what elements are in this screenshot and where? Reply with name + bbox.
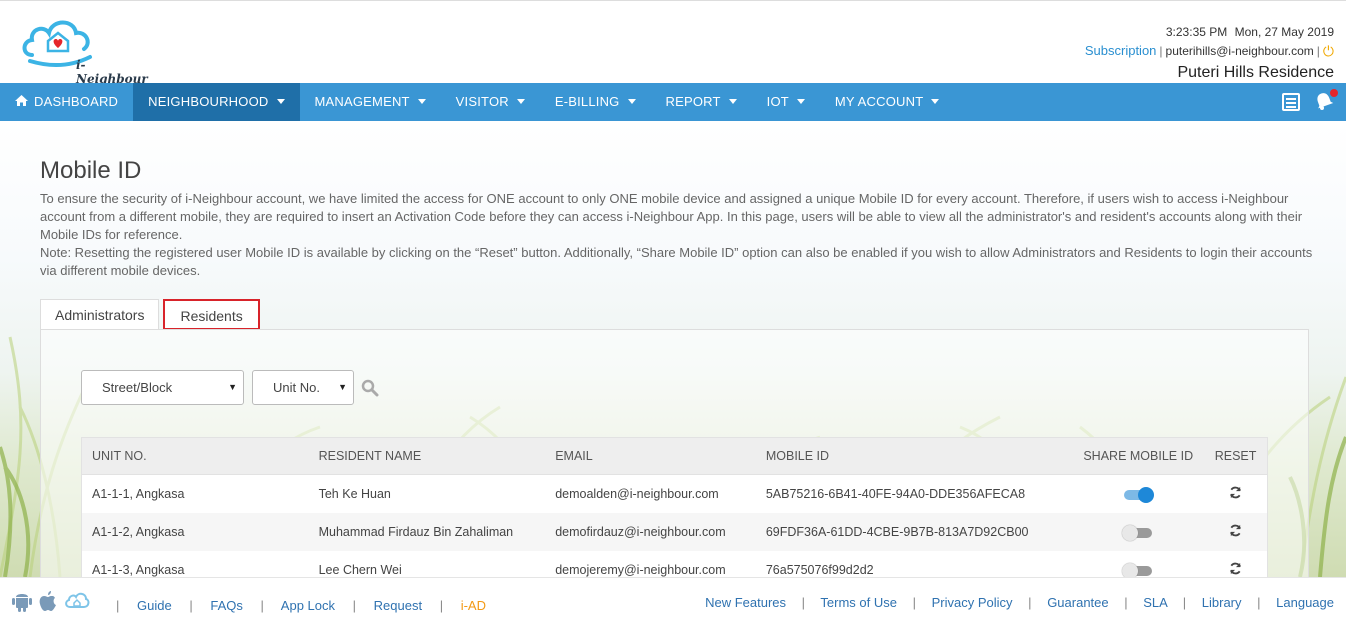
subscription-link[interactable]: Subscription <box>1085 43 1157 58</box>
current-time: 3:23:35 PM <box>1165 25 1228 39</box>
nav-management[interactable]: MANAGEMENT <box>300 83 441 121</box>
footer-link-faqs[interactable]: FAQs <box>210 598 243 613</box>
share-mobile-id-toggle[interactable] <box>1122 524 1153 541</box>
col-mobile-id: MOBILE ID <box>765 449 830 463</box>
search-icon[interactable] <box>361 379 379 402</box>
caret-down-icon <box>796 99 805 104</box>
caret-down-icon <box>516 99 525 104</box>
page-description: To ensure the security of i-Neighbour ac… <box>40 190 1320 280</box>
footer-link-terms[interactable]: Terms of Use <box>820 595 897 610</box>
tab-bar: Administrators Residents <box>40 299 264 330</box>
header: i-Neighbour 3:23:35 PM Mon, 27 May 2019 … <box>0 0 1346 86</box>
residence-name: Puteri Hills Residence <box>1177 64 1334 81</box>
brand-logo[interactable]: i-Neighbour <box>20 11 148 86</box>
power-icon[interactable]: ⏻ <box>1323 43 1334 60</box>
user-email: puterihills@i-neighbour.com <box>1165 44 1314 58</box>
unit-no-select[interactable]: Unit No. ▼ <box>252 370 354 405</box>
nav-tools <box>1282 83 1338 121</box>
caret-down-icon <box>276 99 285 104</box>
cell-name: Lee Chern Wei <box>318 563 402 577</box>
cloud-app-icon[interactable] <box>64 591 90 614</box>
tab-administrators[interactable]: Administrators <box>40 299 160 330</box>
cell-unit: A1-1-2, Angkasa <box>92 525 185 539</box>
cell-mobile-id: 76a575076f99d2d2 <box>765 563 874 577</box>
col-unit-no: UNIT NO. <box>92 449 147 463</box>
dropdown-arrow-icon: ▼ <box>338 382 347 392</box>
residents-table: UNIT NO. RESIDENT NAME EMAIL MOBILE ID S… <box>81 437 1268 589</box>
cell-email: demofirdauz@i-neighbour.com <box>555 525 726 539</box>
description-text: To ensure the security of i-Neighbour ac… <box>40 191 1303 242</box>
footer-left-links: | Guide | FAQs | App Lock | Request | i-… <box>116 598 486 613</box>
footer-link-guide[interactable]: Guide <box>137 598 172 613</box>
table-header: UNIT NO. RESIDENT NAME EMAIL MOBILE ID S… <box>81 437 1268 475</box>
reset-icon[interactable] <box>1229 486 1242 502</box>
footer-link-app-lock[interactable]: App Lock <box>281 598 335 613</box>
footer-link-new-features[interactable]: New Features <box>705 595 786 610</box>
caret-down-icon <box>931 99 940 104</box>
col-share-mobile-id: SHARE MOBILE ID <box>1083 449 1194 463</box>
cell-unit: A1-1-1, Angkasa <box>92 487 185 501</box>
notification-bell[interactable] <box>1314 89 1338 113</box>
android-icon[interactable] <box>12 590 32 615</box>
share-mobile-id-toggle[interactable] <box>1124 486 1155 503</box>
reset-icon[interactable] <box>1229 562 1242 578</box>
logo-text: i-Neighbour <box>76 58 148 86</box>
footer-link-language[interactable]: Language <box>1276 595 1334 610</box>
nav-ebilling[interactable]: E-BILLING <box>540 83 651 121</box>
col-reset: RESET <box>1214 449 1257 463</box>
caret-down-icon <box>627 99 636 104</box>
cell-email: demoalden@i-neighbour.com <box>555 487 719 501</box>
footer-link-library[interactable]: Library <box>1202 595 1242 610</box>
dropdown-arrow-icon: ▼ <box>228 382 237 392</box>
street-block-select[interactable]: Street/Block ▼ <box>81 370 244 405</box>
current-date: Mon, 27 May 2019 <box>1234 25 1334 39</box>
table-row: A1-1-2, Angkasa Muhammad Firdauz Bin Zah… <box>81 513 1268 551</box>
description-note: Note: Resetting the registered user Mobi… <box>40 245 1313 278</box>
apple-icon[interactable] <box>38 590 58 615</box>
cell-mobile-id: 69FDF36A-61DD-4CBE-9B7B-813A7D92CB00 <box>765 525 1029 539</box>
cell-email: demojeremy@i-neighbour.com <box>555 563 726 577</box>
notification-dot <box>1330 89 1338 97</box>
main-nav: DASHBOARD NEIGHBOURHOOD MANAGEMENT VISIT… <box>0 83 1346 121</box>
nav-visitor[interactable]: VISITOR <box>441 83 540 121</box>
reset-icon[interactable] <box>1229 524 1242 540</box>
nav-report[interactable]: REPORT <box>651 83 752 121</box>
col-resident-name: RESIDENT NAME <box>318 449 422 463</box>
notes-icon[interactable] <box>1282 93 1300 111</box>
cell-name: Muhammad Firdauz Bin Zahaliman <box>318 525 514 539</box>
footer-link-request[interactable]: Request <box>374 598 422 613</box>
share-mobile-id-toggle[interactable] <box>1122 562 1153 579</box>
cell-unit: A1-1-3, Angkasa <box>92 563 185 577</box>
caret-down-icon <box>417 99 426 104</box>
footer-link-privacy[interactable]: Privacy Policy <box>932 595 1013 610</box>
home-icon <box>15 83 28 121</box>
cell-mobile-id: 5AB75216-6B41-40FE-94A0-DDE356AFECA8 <box>765 487 1026 501</box>
clock: 3:23:35 PM Mon, 27 May 2019 <box>1085 25 1334 39</box>
tab-residents[interactable]: Residents <box>163 299 260 330</box>
nav-my-account[interactable]: MY ACCOUNT <box>820 83 954 121</box>
app-icons <box>12 590 90 615</box>
nav-iot[interactable]: IOT <box>752 83 820 121</box>
footer-right-links: New Features | Terms of Use | Privacy Po… <box>705 595 1334 610</box>
cell-name: Teh Ke Huan <box>318 487 391 501</box>
caret-down-icon <box>728 99 737 104</box>
account-line: Subscription | puterihills@i-neighbour.com… <box>1084 43 1334 60</box>
footer-link-i-ad[interactable]: i-AD <box>461 598 486 613</box>
footer-link-guarantee[interactable]: Guarantee <box>1047 595 1108 610</box>
col-email: EMAIL <box>555 449 593 463</box>
header-info: 3:23:35 PM Mon, 27 May 2019 Subscription… <box>1085 25 1334 82</box>
nav-dashboard[interactable]: DASHBOARD <box>0 83 133 121</box>
footer-link-sla[interactable]: SLA <box>1143 595 1167 610</box>
table-row: A1-1-1, Angkasa Teh Ke Huan demoalden@i-… <box>81 475 1268 513</box>
page-title: Mobile ID <box>40 157 142 184</box>
nav-neighbourhood[interactable]: NEIGHBOURHOOD <box>133 83 300 121</box>
footer: | Guide | FAQs | App Lock | Request | i-… <box>0 577 1346 624</box>
